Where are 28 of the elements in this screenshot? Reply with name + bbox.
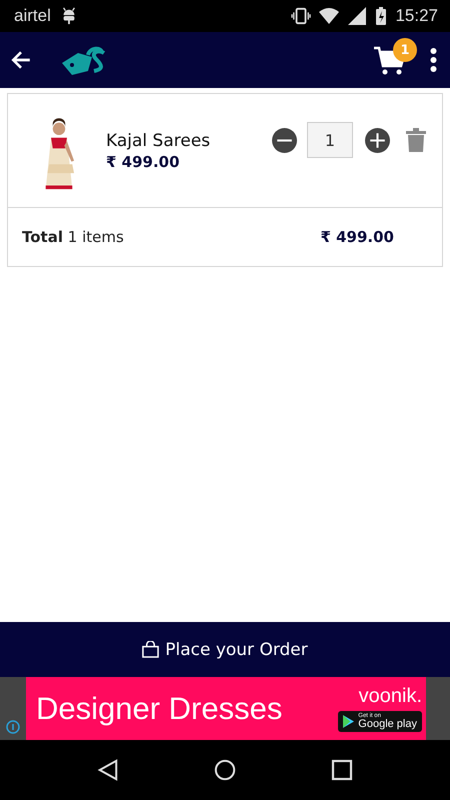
info-icon[interactable] bbox=[6, 720, 20, 734]
plus-button[interactable] bbox=[365, 128, 390, 152]
tag-logo-icon bbox=[60, 45, 106, 75]
brand-name: voonik. bbox=[358, 685, 422, 708]
total-items-text: Total 1 items bbox=[22, 228, 125, 246]
ad-headline: Designer Dresses bbox=[36, 690, 282, 726]
more-options-icon[interactable] bbox=[430, 48, 437, 72]
signal-icon bbox=[347, 7, 368, 25]
quantity-field[interactable]: 1 bbox=[307, 122, 353, 158]
wifi-icon bbox=[319, 7, 340, 25]
battery-icon bbox=[375, 7, 388, 25]
back-nav-icon[interactable] bbox=[97, 759, 120, 781]
product-name: Kajal Sarees bbox=[106, 130, 212, 150]
back-icon[interactable] bbox=[10, 49, 32, 71]
carrier-name: airtel bbox=[14, 6, 51, 26]
vibrate-icon bbox=[291, 7, 312, 25]
home-icon[interactable] bbox=[214, 759, 236, 781]
product-price: ₹ 499.00 bbox=[106, 152, 181, 170]
play-icon bbox=[343, 715, 354, 728]
badge-title: Google play bbox=[358, 719, 417, 730]
minus-button[interactable] bbox=[272, 128, 297, 152]
delete-icon[interactable] bbox=[406, 128, 426, 152]
total-amount: ₹ 499.00 bbox=[320, 228, 394, 246]
cart-count-badge: 1 bbox=[393, 38, 417, 62]
recents-icon[interactable] bbox=[330, 759, 353, 781]
place-order-button[interactable]: Place your Order bbox=[0, 622, 450, 677]
shopping-bag-icon bbox=[142, 641, 160, 658]
clock-time: 15:27 bbox=[395, 6, 438, 26]
